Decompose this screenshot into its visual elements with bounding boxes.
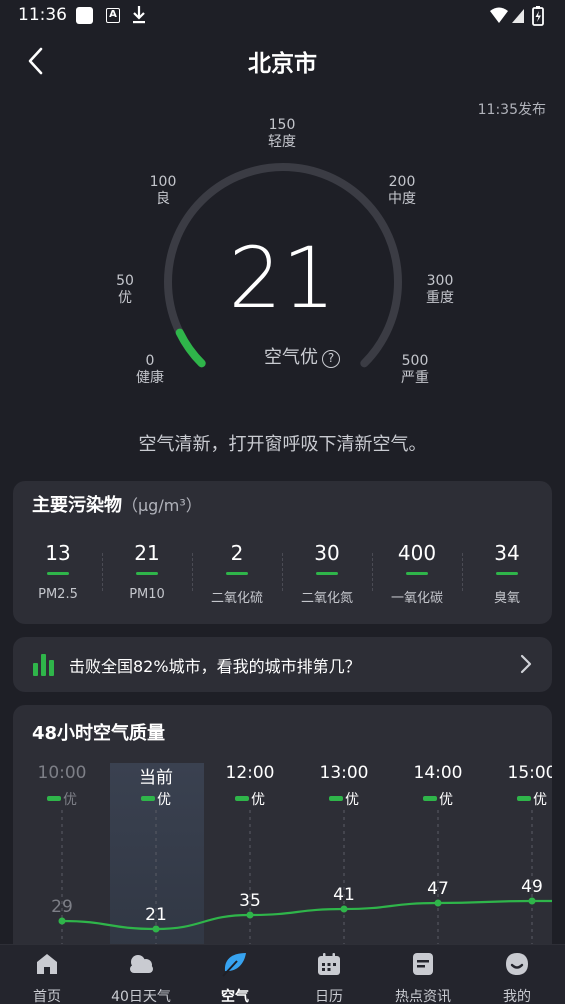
aqi-point <box>152 925 160 933</box>
pollutant-no2[interactable]: 30 二氧化氮 <box>282 541 372 606</box>
aqi-point <box>246 911 254 919</box>
aqi-point-label: 47 <box>427 879 449 899</box>
calendar-icon <box>318 953 340 975</box>
pollutant-pm10[interactable]: 21 PM10 <box>102 541 192 602</box>
aqi-series-line <box>61 899 552 931</box>
aqi-point-label: 35 <box>239 891 261 911</box>
ranking-banner[interactable]: 击败全国82%城市，看我的城市排第几？ <box>13 637 552 692</box>
bottom-nav: 首页 40日天气 空气 日历 热点资讯 我的 <box>0 944 565 1004</box>
chevron-right-icon <box>520 654 532 674</box>
wifi-signal-battery-icons <box>490 6 544 26</box>
pollutants-card: 主要污染物（μg/m³） 13 PM2.5 21 PM10 2 二氧化硫 30 二氧化氮… <box>13 481 552 624</box>
pollutants-title: 主要污染物（μg/m³） <box>32 495 202 516</box>
nav-hot-news[interactable]: 热点资讯 <box>376 951 470 1004</box>
aqi-point-label: 49 <box>521 877 543 897</box>
advice-text: 空气清新，打开窗呼吸下清新空气。 <box>138 434 427 455</box>
nav-profile[interactable]: 我的 <box>470 951 564 1004</box>
aqi-value: 21 <box>228 229 336 327</box>
aqi-level[interactable]: 空气优? <box>232 343 372 369</box>
notification-square-icon <box>76 7 93 24</box>
leaf-icon <box>222 953 246 977</box>
tick-0: 0 健康 <box>136 353 164 386</box>
tick-150: 150 轻度 <box>268 117 296 150</box>
tick-300: 300 重度 <box>426 273 454 306</box>
nav-40day-weather[interactable]: 40日天气 <box>94 951 188 1004</box>
news-icon <box>413 953 433 975</box>
a-app-icon: A <box>106 8 120 23</box>
status-bar: 11:36 A <box>0 0 565 32</box>
home-icon <box>37 954 57 974</box>
ranking-text: 击败全国82%城市，看我的城市排第几？ <box>69 657 361 676</box>
page-title: 北京市 <box>248 51 317 77</box>
aqi-point <box>528 897 536 905</box>
profile-icon <box>506 953 528 975</box>
aqi-point-label: 29 <box>51 897 73 917</box>
download-icon <box>133 6 145 24</box>
aqi-point <box>340 905 348 913</box>
pollutant-pm25[interactable]: 13 PM2.5 <box>13 541 103 602</box>
status-time: 11:36 <box>18 5 67 25</box>
nav-air[interactable]: 空气 <box>188 951 282 1004</box>
aqi-point-label: 21 <box>145 905 167 925</box>
tick-500: 500 严重 <box>401 353 429 386</box>
aqi-point-label: 41 <box>333 885 355 905</box>
help-icon[interactable]: ? <box>322 350 340 368</box>
bar-chart-icon <box>33 654 54 676</box>
tick-50: 50 优 <box>116 273 134 306</box>
aqi-point <box>58 917 66 925</box>
aqi-point <box>434 899 442 907</box>
tick-200: 200 中度 <box>388 174 416 207</box>
nav-calendar[interactable]: 日历 <box>282 951 376 1004</box>
cloud-icon <box>130 955 153 973</box>
tick-100: 100 良 <box>149 174 177 207</box>
pollutants-unit: （μg/m³） <box>122 496 202 515</box>
pollutant-co[interactable]: 400 一氧化碳 <box>372 541 462 606</box>
pollutant-o3[interactable]: 34 臭氧 <box>462 541 552 606</box>
pollutant-so2[interactable]: 2 二氧化硫 <box>192 541 282 606</box>
aqi-level-text: 空气优 <box>264 347 318 368</box>
nav-home[interactable]: 首页 <box>0 951 94 1004</box>
